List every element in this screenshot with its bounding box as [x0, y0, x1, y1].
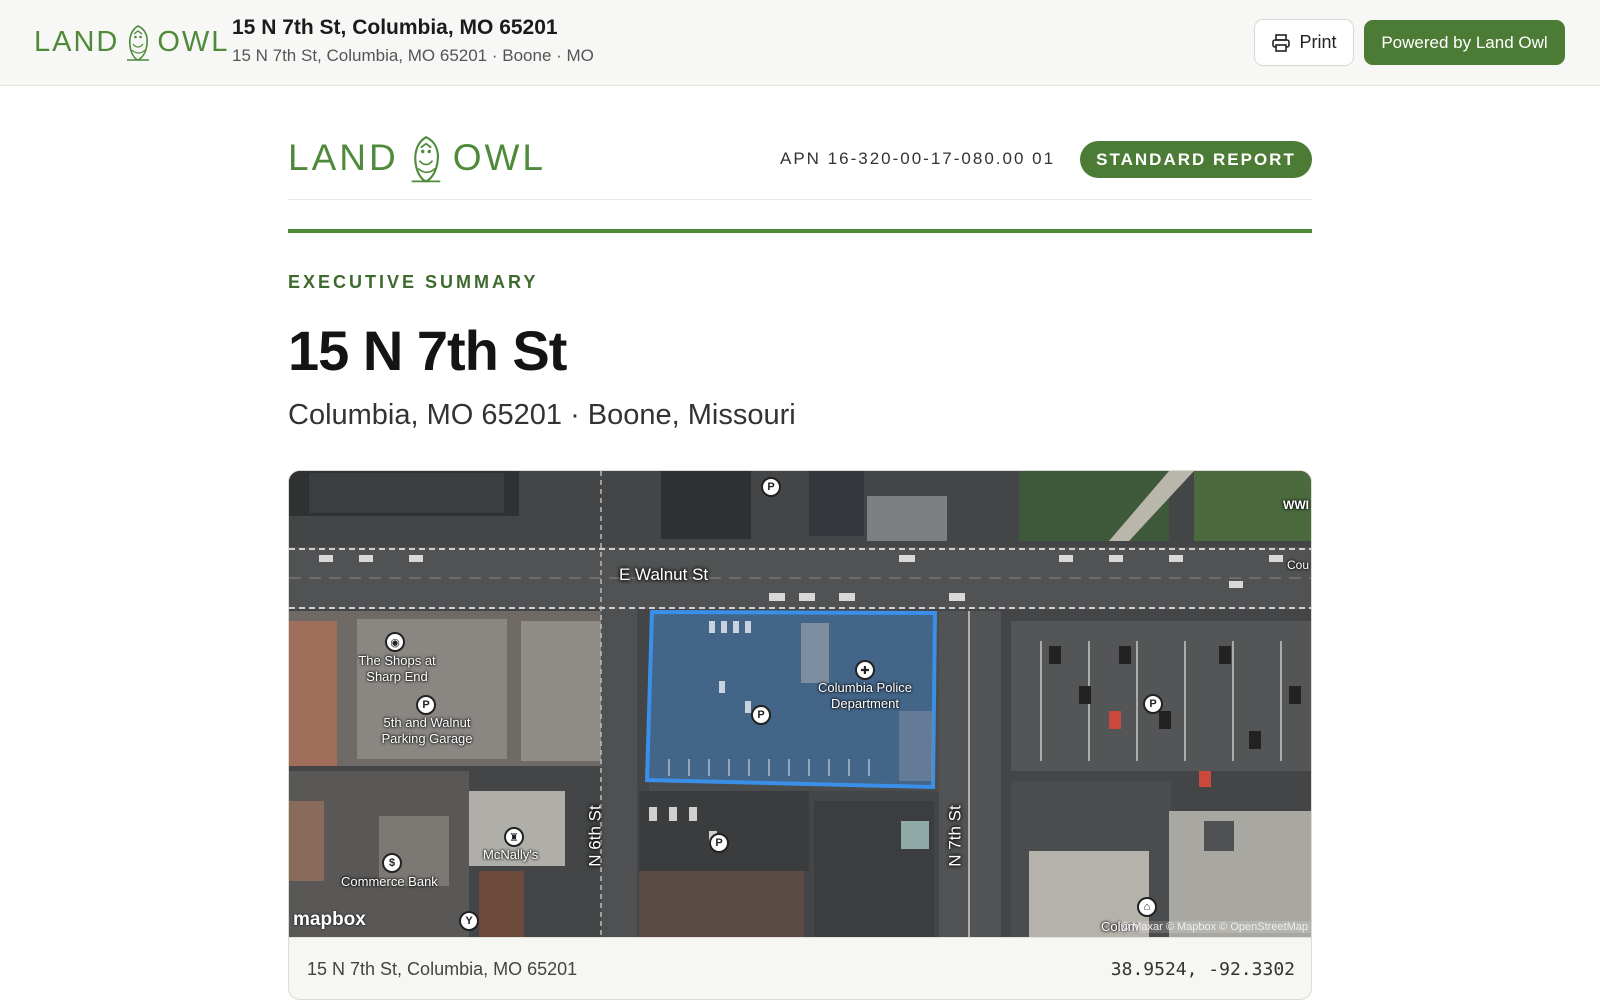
report-logo-land: LAND	[288, 137, 399, 178]
page-titles: 15 N 7th St, Columbia, MO 65201 15 N 7th…	[232, 16, 594, 66]
map-card: E Walnut St N 6th St N 7th St P ◉ The Sh…	[288, 470, 1312, 1000]
logo-text-owl: OWL	[157, 25, 230, 58]
police-pin-icon[interactable]: ✚	[855, 660, 875, 680]
report-logo: LAND OWL	[288, 132, 546, 184]
report-logo-owl: OWL	[452, 137, 546, 178]
map-footer-address: 15 N 7th St, Columbia, MO 65201	[307, 959, 578, 979]
parking-pin-icon[interactable]: P	[709, 833, 729, 853]
report-header: LAND OWL APN 16-320-00-17-080.00 01 STAN…	[288, 86, 1312, 200]
print-button[interactable]: Print	[1254, 19, 1354, 66]
property-heading: 15 N 7th St	[288, 319, 567, 382]
satellite-map[interactable]: E Walnut St N 6th St N 7th St P ◉ The Sh…	[289, 471, 1311, 937]
shopping-pin-icon[interactable]: ◉	[385, 632, 405, 652]
printer-icon	[1272, 33, 1291, 52]
top-bar: LAND OWL 15 N 7th St, Columbia, MO 65201…	[0, 0, 1600, 86]
map-attribution[interactable]: © Maxar © Mapbox © OpenStreetMap	[1118, 921, 1311, 933]
street-label-seventh: N 7th St	[945, 805, 965, 867]
street-label-walnut: E Walnut St	[619, 565, 709, 584]
page-title: 15 N 7th St, Columbia, MO 65201	[232, 16, 558, 39]
poi-label-mcnallys: McNally's	[483, 847, 539, 862]
land-owl-logo[interactable]: LAND OWL	[34, 22, 229, 62]
street-label-sixth: N 6th St	[585, 805, 605, 867]
powered-by-button[interactable]: Powered by Land Owl	[1364, 20, 1565, 65]
poi-label-garage: 5th and Walnut Parking Garage	[381, 715, 473, 746]
parking-pin-icon[interactable]: P	[761, 477, 781, 497]
government-pin-icon[interactable]: ⌂	[1137, 897, 1157, 917]
poi-label-wwi: WWI	[1283, 498, 1309, 512]
report-type-badge: STANDARD REPORT	[1080, 141, 1312, 178]
section-eyebrow: EXECUTIVE SUMMARY	[288, 272, 539, 292]
map-footer-coordinates: 38.9524, -92.3302	[1110, 959, 1295, 980]
parking-pin-icon[interactable]: P	[751, 705, 771, 725]
owl-icon	[127, 25, 150, 61]
bank-pin-icon[interactable]: $	[382, 853, 402, 873]
map-footer: 15 N 7th St, Columbia, MO 65201 38.9524,…	[289, 937, 1311, 999]
owl-icon	[411, 136, 441, 183]
apn-number: APN 16-320-00-17-080.00 01	[780, 149, 1056, 168]
report: LAND OWL APN 16-320-00-17-080.00 01 STAN…	[288, 86, 1312, 1000]
poi-label-police: Columbia Police Department	[818, 680, 912, 711]
cocktail-pin-icon[interactable]: Y	[459, 911, 479, 931]
parking-pin-icon[interactable]: P	[1143, 694, 1163, 714]
poi-label-cou: Cou	[1287, 558, 1310, 572]
bar-pin-icon[interactable]: ♜	[504, 827, 524, 847]
print-label: Print	[1299, 32, 1337, 52]
poi-label-shops: The Shops at Sharp End	[358, 653, 436, 684]
mapbox-logo[interactable]: mapbox	[293, 909, 366, 931]
parking-pin-icon[interactable]: P	[416, 695, 436, 715]
logo-text-land: LAND	[34, 25, 120, 58]
property-subheading: Columbia, MO 65201 · Boone, Missouri	[288, 399, 796, 431]
poi-label-commerce: Commerce Bank	[341, 874, 438, 889]
page-subtitle: 15 N 7th St, Columbia, MO 65201 · Boone …	[232, 46, 594, 65]
section-divider	[288, 229, 1312, 233]
